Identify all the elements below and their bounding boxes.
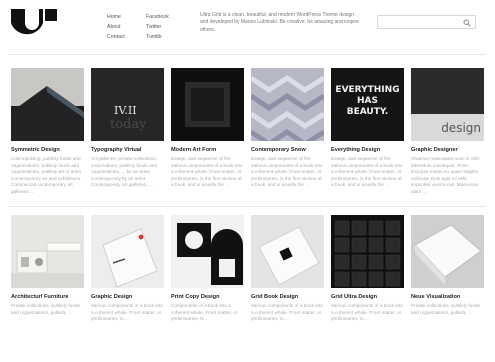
- post-thumbnail[interactable]: design: [411, 68, 484, 141]
- post-card[interactable]: Grid Book Design Various components of a…: [251, 215, 324, 323]
- everything-beauty-image: EVERYTHING HAS BEAUTY.: [331, 68, 404, 141]
- post-excerpt: Various components of a book into a cohe…: [91, 303, 163, 322]
- post-excerpt: Design, and sequence of the various comp…: [251, 156, 323, 188]
- post-excerpt: Components of a book into a coherent who…: [171, 303, 238, 322]
- nav-contact-link[interactable]: Contact: [107, 32, 125, 42]
- svg-text:today: today: [110, 117, 147, 132]
- post-excerpt: Private collections, publicly funds and …: [411, 303, 480, 315]
- post-excerpt: Design, and sequence of the various comp…: [331, 156, 403, 188]
- main-nav: Home About Contact: [107, 12, 125, 42]
- post-excerpt: Art galleries, private collections, corp…: [91, 156, 157, 188]
- site-logo[interactable]: [9, 9, 59, 39]
- post-thumbnail[interactable]: [91, 215, 164, 288]
- post-card[interactable]: IV.II today Typography Virtual Art galle…: [91, 68, 164, 189]
- post-excerpt: Private collections, publicly funds and …: [11, 303, 80, 315]
- graphic-book-image: [91, 215, 164, 288]
- nav-facebook-link[interactable]: Facebook: [146, 12, 169, 22]
- post-card[interactable]: Grid Ultra Design Various components of …: [331, 215, 404, 323]
- search-box[interactable]: [377, 15, 476, 29]
- post-thumbnail[interactable]: [171, 215, 244, 288]
- search-icon[interactable]: [463, 19, 471, 27]
- svg-text:BEAUTY.: BEAUTY.: [347, 107, 389, 117]
- post-card[interactable]: Print Copy Design Components of a book i…: [171, 215, 244, 323]
- furniture-image: [11, 215, 84, 288]
- post-title[interactable]: Grid Book Design: [251, 294, 324, 300]
- post-thumbnail[interactable]: [11, 68, 84, 141]
- nav-tumblr-link[interactable]: Tumblr: [146, 32, 169, 42]
- svg-text:IV.II: IV.II: [114, 104, 137, 117]
- post-card[interactable]: Graphic Design Various components of a b…: [91, 215, 164, 323]
- post-title[interactable]: Grid Ultra Design: [331, 294, 404, 300]
- snow-pattern-image: [251, 68, 324, 141]
- post-title[interactable]: Symmetric Design: [11, 147, 84, 153]
- post-thumbnail[interactable]: [171, 68, 244, 141]
- post-excerpt: Cold inpulsing, publicly funds and organ…: [11, 156, 83, 194]
- post-card[interactable]: design Graphic Designer Vivamus malesuad…: [411, 68, 484, 196]
- post-card[interactable]: EVERYTHING HAS BEAUTY. Everything Design…: [331, 68, 404, 189]
- post-card[interactable]: Modern Art Form Design, and sequence of …: [171, 68, 244, 189]
- post-thumbnail[interactable]: [331, 215, 404, 288]
- svg-text:design: design: [441, 121, 481, 135]
- row-divider: [8, 206, 486, 207]
- post-title[interactable]: Contemporary Snow: [251, 147, 324, 153]
- post-excerpt: Various components of a book into a cohe…: [251, 303, 323, 322]
- post-thumbnail[interactable]: [251, 215, 324, 288]
- post-card[interactable]: Neue Visualization Private collections, …: [411, 215, 484, 316]
- neue-visualization-image: [411, 215, 484, 288]
- print-copy-image: [171, 215, 244, 288]
- post-thumbnail[interactable]: [411, 215, 484, 288]
- post-thumbnail[interactable]: [11, 215, 84, 288]
- post-title[interactable]: Typography Virtual: [91, 147, 164, 153]
- nav-home-link[interactable]: Home: [107, 12, 125, 22]
- grid-ultra-image: [331, 215, 404, 288]
- post-excerpt: Design, and sequence of the various comp…: [171, 156, 243, 188]
- nav-twitter-link[interactable]: Twitter: [146, 22, 169, 32]
- modern-art-image: [171, 68, 244, 141]
- post-title[interactable]: Modern Art Form: [171, 147, 244, 153]
- header-divider: [8, 54, 486, 55]
- post-card[interactable]: Symmetric Design Cold inpulsing, publicl…: [11, 68, 84, 196]
- site-header: Home About Contact Facebook Twitter Tumb…: [0, 0, 495, 52]
- design-word-image: design: [411, 68, 484, 141]
- social-nav: Facebook Twitter Tumblr: [146, 12, 169, 42]
- post-title[interactable]: Graphic Designer: [411, 147, 484, 153]
- site-tagline: Ultra Grid is a clean, beautiful, and mo…: [200, 12, 359, 33]
- post-thumbnail[interactable]: [251, 68, 324, 141]
- post-title[interactable]: Everything Design: [331, 147, 404, 153]
- svg-text:HAS: HAS: [357, 96, 378, 106]
- grid-book-image: [251, 215, 324, 288]
- post-title[interactable]: Neue Visualization: [411, 294, 484, 300]
- typography-image: IV.II today: [91, 68, 164, 141]
- post-thumbnail[interactable]: EVERYTHING HAS BEAUTY.: [331, 68, 404, 141]
- post-excerpt: Vivamus malesuada nunc in nibh bibendum …: [411, 156, 480, 194]
- symmetric-pyramid-image: [11, 68, 84, 141]
- post-thumbnail[interactable]: IV.II today: [91, 68, 164, 141]
- svg-text:EVERYTHING: EVERYTHING: [335, 85, 399, 95]
- post-title[interactable]: Print Copy Design: [171, 294, 244, 300]
- post-card[interactable]: Architecturl Furniture Private collectio…: [11, 215, 84, 316]
- search-input[interactable]: [382, 18, 460, 27]
- post-excerpt: Various components of a book into a cohe…: [331, 303, 403, 322]
- nav-about-link[interactable]: About: [107, 22, 125, 32]
- post-title[interactable]: Graphic Design: [91, 294, 164, 300]
- post-card[interactable]: Contemporary Snow Design, and sequence o…: [251, 68, 324, 189]
- post-title[interactable]: Architecturl Furniture: [11, 294, 84, 300]
